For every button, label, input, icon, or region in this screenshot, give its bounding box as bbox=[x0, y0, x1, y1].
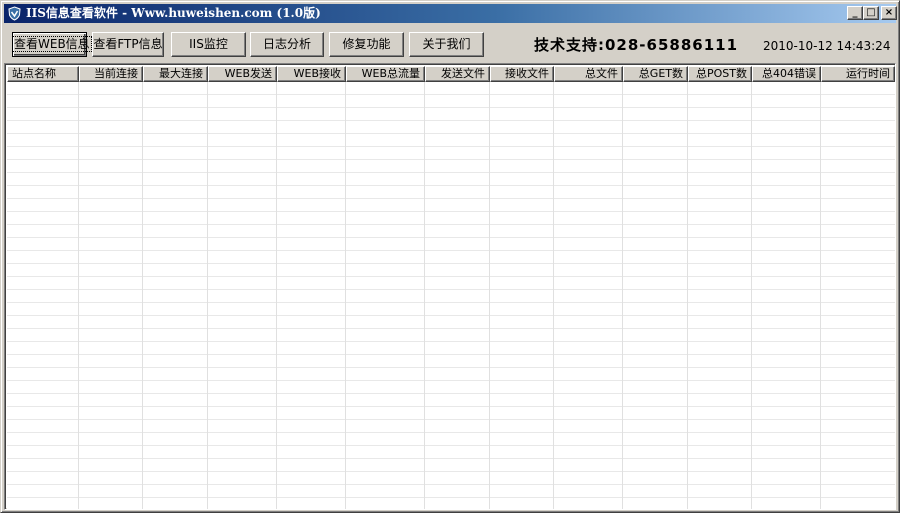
column-header-run-time[interactable]: 运行时间 bbox=[821, 66, 895, 82]
grid-line bbox=[553, 82, 554, 509]
main-window: IIS信息查看软件 - Www.huweishen.com (1.0版) _ □… bbox=[0, 0, 900, 513]
column-header-files-sent[interactable]: 发送文件 bbox=[425, 66, 490, 82]
site-list-view[interactable]: 站点名称 当前连接 最大连接 WEB发送 WEB接收 WEB总流量 发送文件 接… bbox=[4, 63, 896, 510]
current-datetime: 2010-10-12 14:43:24 bbox=[763, 39, 891, 53]
title-bar[interactable]: IIS信息查看软件 - Www.huweishen.com (1.0版) _ □… bbox=[4, 4, 897, 23]
column-header-web-received[interactable]: WEB接收 bbox=[277, 66, 346, 82]
grid-line bbox=[276, 82, 277, 509]
log-analysis-button[interactable]: 日志分析 bbox=[250, 32, 324, 57]
grid-line bbox=[424, 82, 425, 509]
grid-line bbox=[78, 82, 79, 509]
column-header-total-get[interactable]: 总GET数 bbox=[623, 66, 688, 82]
column-header-web-total-traffic[interactable]: WEB总流量 bbox=[346, 66, 425, 82]
grid-line bbox=[820, 82, 821, 509]
column-header-site-name[interactable]: 站点名称 bbox=[7, 66, 79, 82]
minimize-button[interactable]: _ bbox=[847, 6, 863, 20]
close-button[interactable]: × bbox=[881, 6, 897, 20]
column-header-web-sent[interactable]: WEB发送 bbox=[208, 66, 277, 82]
column-header-max-connections[interactable]: 最大连接 bbox=[143, 66, 208, 82]
grid-line bbox=[207, 82, 208, 509]
column-header-total-files[interactable]: 总文件 bbox=[554, 66, 623, 82]
about-us-button[interactable]: 关于我们 bbox=[409, 32, 484, 57]
maximize-button[interactable]: □ bbox=[863, 6, 879, 20]
window-title: IIS信息查看软件 - Www.huweishen.com (1.0版) bbox=[26, 6, 321, 20]
grid-line bbox=[345, 82, 346, 509]
column-header-current-connections[interactable]: 当前连接 bbox=[79, 66, 143, 82]
tech-support-text: 技术支持:028-65886111 bbox=[534, 36, 739, 54]
grid-line bbox=[622, 82, 623, 509]
table-header: 站点名称 当前连接 最大连接 WEB发送 WEB接收 WEB总流量 发送文件 接… bbox=[7, 66, 895, 82]
grid-line bbox=[489, 82, 490, 509]
column-header-files-received[interactable]: 接收文件 bbox=[490, 66, 554, 82]
column-header-total-404[interactable]: 总404错误 bbox=[752, 66, 821, 82]
toolbar: 查看WEB信息 查看FTP信息 IIS监控 日志分析 修复功能 关于我们 技术支… bbox=[1, 25, 899, 61]
view-web-info-button[interactable]: 查看WEB信息 bbox=[12, 32, 92, 57]
column-header-total-post[interactable]: 总POST数 bbox=[688, 66, 752, 82]
iis-monitor-button[interactable]: IIS监控 bbox=[171, 32, 246, 57]
view-ftp-info-button[interactable]: 查看FTP信息 bbox=[92, 32, 164, 57]
view-web-info-label: 查看WEB信息 bbox=[12, 36, 92, 52]
table-body[interactable] bbox=[7, 82, 895, 509]
repair-function-button[interactable]: 修复功能 bbox=[329, 32, 404, 57]
grid-line bbox=[142, 82, 143, 509]
app-shield-icon bbox=[8, 6, 21, 21]
grid-line bbox=[751, 82, 752, 509]
grid-line bbox=[687, 82, 688, 509]
